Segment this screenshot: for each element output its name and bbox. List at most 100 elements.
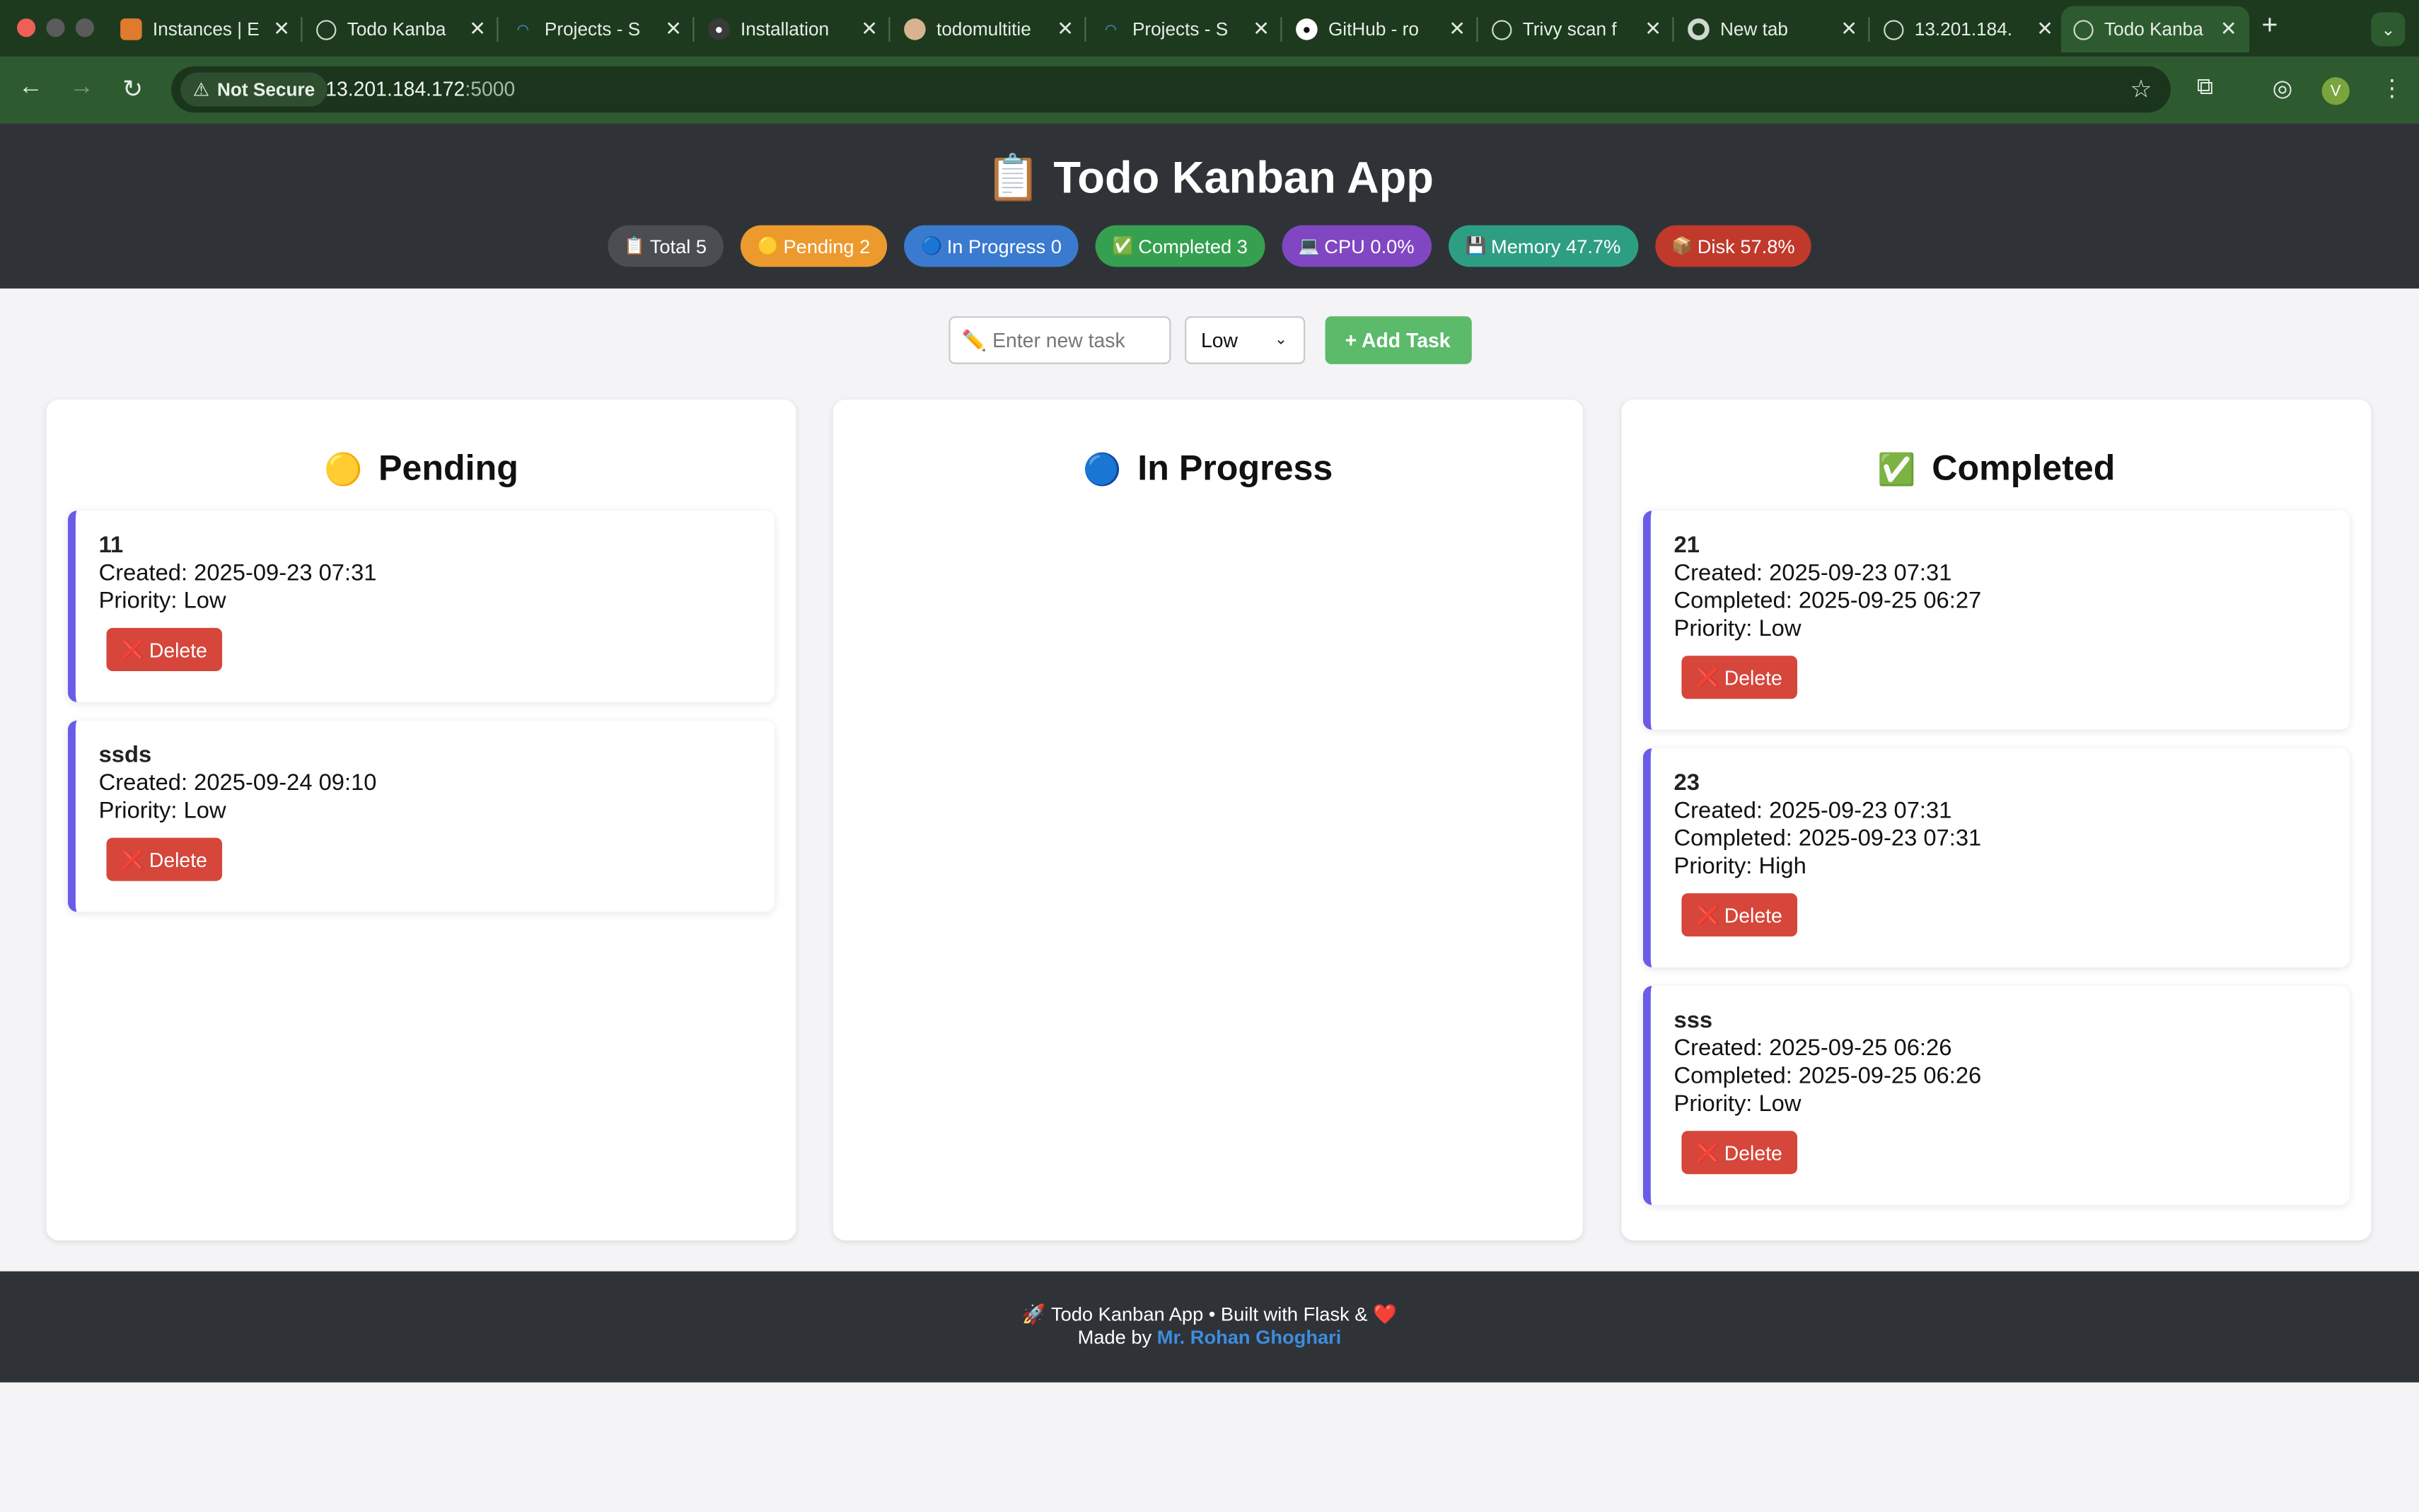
globe-icon — [316, 19, 337, 40]
maximize-window-button[interactable] — [75, 18, 95, 37]
close-tab-icon[interactable]: ✕ — [273, 17, 290, 42]
security-chip[interactable]: ⚠ Not Secure — [180, 72, 327, 107]
close-tab-icon[interactable]: ✕ — [2036, 17, 2053, 42]
footer-text: 🚀 Todo Kanban App • Built with Flask & ❤… — [1021, 1303, 1398, 1326]
author-link[interactable]: Mr. Rohan Ghoghari — [1157, 1327, 1342, 1349]
browser-tab[interactable]: ◠ Projects - S ✕ — [500, 6, 695, 52]
browser-toolbar: ← → ↻ ⚠ Not Secure 13.201.184.172:5000 ☆… — [0, 57, 2419, 124]
priority-select[interactable]: Low ⌄ — [1184, 316, 1305, 364]
tab-divider — [497, 16, 499, 42]
close-tab-icon[interactable]: ✕ — [861, 17, 878, 42]
browser-tab[interactable]: ● GitHub - ro ✕ — [1284, 6, 1478, 52]
stat-badge: 💾 Memory 47.7% — [1448, 225, 1638, 267]
delete-button[interactable]: ❌ Delete — [106, 627, 223, 672]
new-tab-button[interactable]: + — [2262, 9, 2278, 42]
delete-button[interactable]: ❌ Delete — [1681, 893, 1798, 937]
task-created: Created: 2025-09-23 07:31 — [98, 559, 377, 587]
browser-tab[interactable]: Trivy scan f ✕ — [1480, 6, 1674, 52]
globe-icon — [2073, 19, 2094, 40]
aws-icon — [120, 18, 142, 40]
task-card: 11 Created: 2025-09-23 07:31 Priority: Low… — [67, 511, 775, 702]
stat-badge: 🔵 In Progress 0 — [904, 225, 1079, 267]
browser-tab[interactable]: New tab ✕ — [1676, 6, 1870, 52]
stat-icon: 📦 — [1671, 237, 1693, 257]
browser-tab[interactable]: todomultitie ✕ — [892, 6, 1086, 52]
stat-label: Completed 3 — [1138, 235, 1248, 257]
column-title: ✅ Completed — [1621, 448, 2371, 489]
sonar-icon: ◠ — [1104, 21, 1117, 37]
close-tab-icon[interactable]: ✕ — [2220, 17, 2237, 42]
stats-bar: 📋 Total 5 🟡 Pending 2 🔵 In Progress 0 ✅ Complet… — [0, 225, 2419, 267]
bookmark-star-icon[interactable]: ☆ — [2130, 74, 2152, 105]
add-task-button[interactable]: + Add Task — [1324, 316, 1471, 364]
address-bar[interactable]: ⚠ Not Secure 13.201.184.172:5000 ☆ — [171, 66, 2171, 113]
tab-title: Todo Kanba — [2104, 18, 2203, 40]
footer: 🚀 Todo Kanban App • Built with Flask & ❤… — [0, 1271, 2419, 1383]
stat-icon: 📋 — [624, 237, 646, 257]
performance-icon[interactable]: ◎ — [2273, 74, 2293, 102]
tab-divider — [1476, 16, 1478, 42]
close-tab-icon[interactable]: ✕ — [1057, 17, 1074, 42]
tab-title: GitHub - ro — [1328, 18, 1419, 40]
task-completed: Completed: 2025-09-25 06:26 — [1673, 1063, 1982, 1090]
stat-label: In Progress 0 — [946, 235, 1062, 257]
browser-tab[interactable]: Todo Kanba ✕ — [304, 6, 499, 52]
tab-title: Todo Kanba — [347, 18, 446, 40]
close-icon: ❌ — [1696, 666, 1720, 689]
close-tab-icon[interactable]: ✕ — [1449, 17, 1466, 42]
browser-tab[interactable]: ● Installation ✕ — [696, 6, 891, 52]
delete-button[interactable]: ❌ Delete — [1681, 656, 1798, 699]
extensions-icon[interactable]: ⧉ — [2197, 74, 2213, 100]
task-card: 23 Created: 2025-09-23 07:31 Completed: 20… — [1642, 748, 2350, 967]
close-tab-icon[interactable]: ✕ — [665, 17, 682, 42]
tab-title: Installation — [740, 18, 830, 40]
sonar-icon: ◠ — [516, 21, 529, 37]
menu-icon[interactable]: ⋮ — [2380, 74, 2403, 102]
stat-badge: 🟡 Pending 2 — [741, 225, 888, 267]
task-created: Created: 2025-09-25 06:26 — [1673, 1035, 1952, 1062]
close-icon: ❌ — [1696, 904, 1720, 926]
docs-icon: ● — [708, 18, 730, 40]
close-icon: ❌ — [121, 639, 145, 661]
stat-badge: 💻 CPU 0.0% — [1281, 225, 1432, 267]
tab-title: New tab — [1719, 18, 1788, 40]
url-text[interactable]: 13.201.184.172:5000 — [325, 77, 515, 100]
task-title: 11 — [98, 532, 124, 559]
avatar[interactable]: V — [2321, 77, 2350, 105]
task-created: Created: 2025-09-24 09:10 — [98, 769, 377, 796]
stat-icon: 💾 — [1465, 237, 1487, 257]
delete-button[interactable]: ❌ Delete — [1681, 1131, 1798, 1175]
close-window-button[interactable] — [16, 18, 36, 37]
chevron-down-icon: ⌄ — [1274, 332, 1288, 349]
back-icon[interactable]: ← — [16, 74, 47, 102]
clipboard-icon: 📋 — [985, 154, 1041, 204]
close-tab-icon[interactable]: ✕ — [469, 17, 486, 42]
reload-icon[interactable]: ↻ — [117, 74, 149, 105]
delete-label: Delete — [149, 638, 207, 661]
browser-tab[interactable]: ◠ Projects - S ✕ — [1088, 6, 1282, 52]
task-card: 21 Created: 2025-09-23 07:31 Completed: 20… — [1642, 511, 2350, 730]
browser-tab[interactable]: Instances | E ✕ — [108, 6, 303, 52]
close-tab-icon[interactable]: ✕ — [1253, 17, 1270, 42]
add-task-form: Low ⌄ + Add Task — [0, 316, 2419, 364]
stat-label: Pending 2 — [783, 235, 871, 257]
close-tab-icon[interactable]: ✕ — [1644, 17, 1661, 42]
task-card: ssds Created: 2025-09-24 09:10 Priority: L… — [67, 720, 775, 912]
stat-icon: 🟡 — [758, 237, 779, 257]
browser-tab-active[interactable]: Todo Kanba ✕ — [2060, 6, 2250, 53]
close-tab-icon[interactable]: ✕ — [1840, 17, 1857, 42]
close-icon: ❌ — [121, 848, 145, 871]
task-created: Created: 2025-09-23 07:31 — [1673, 797, 1952, 824]
security-label: Not Secure — [217, 78, 315, 100]
tab-search-button[interactable]: ⌄ — [2371, 12, 2406, 47]
delete-button[interactable]: ❌ Delete — [106, 837, 223, 881]
footer-credit: Made by Mr. Rohan Ghoghari — [0, 1327, 2419, 1349]
tab-title: Projects - S — [544, 18, 641, 40]
browser-tab[interactable]: 13.201.184. ✕ — [1872, 6, 2066, 52]
new-task-input[interactable] — [948, 316, 1171, 364]
minimize-window-button[interactable] — [46, 18, 65, 37]
tab-divider — [1868, 16, 1870, 42]
tab-strip: Instances | E ✕ Todo Kanba ✕ ◠ Projects … — [0, 0, 2419, 57]
forward-icon[interactable]: → — [66, 74, 98, 102]
stat-icon: 🔵 — [921, 237, 943, 257]
